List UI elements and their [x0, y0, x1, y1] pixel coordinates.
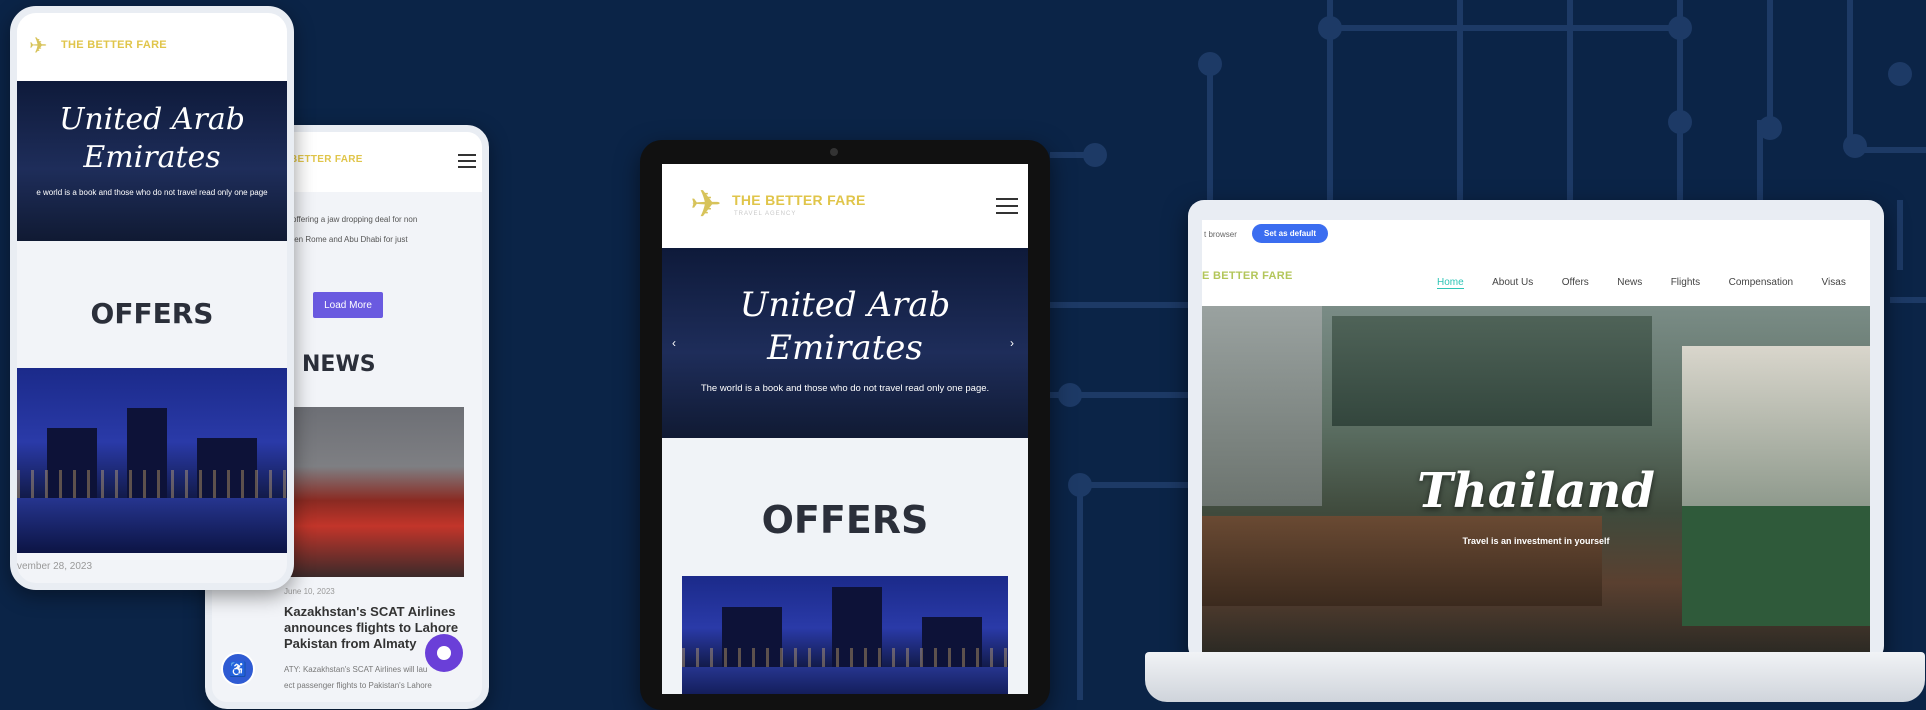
laptop-screen: t browser Set as default E BETTER FARE H… — [1202, 220, 1870, 652]
main-nav: Home About Us Offers News Flights Compen… — [1437, 272, 1846, 290]
chat-bubble-icon[interactable] — [425, 634, 463, 672]
load-more-button[interactable]: Load More — [313, 292, 383, 318]
hero-title: Emirates — [767, 327, 923, 368]
boat — [1202, 516, 1602, 606]
brand-logo: E BETTER FARE — [1202, 270, 1293, 282]
hamburger-icon[interactable] — [996, 198, 1018, 214]
hero-banner: United Arab Emirates e world is a book a… — [17, 81, 287, 241]
tablet-header: ✈ THE BETTER FARE TRAVEL AGENCY — [662, 164, 1028, 248]
plane-logo-icon: ✈ — [690, 184, 722, 226]
hero-banner-thailand: Thailand Travel is an investment in your… — [1202, 306, 1870, 652]
phone-offers: ✈ THE BETTER FARE ⋮ United Arab Emirates… — [10, 6, 294, 590]
brand-logo: BETTER FARE — [290, 154, 363, 165]
set-default-button[interactable]: Set as default — [1252, 224, 1329, 243]
hero-title: Thailand — [1417, 463, 1655, 519]
laptop-device: t browser Set as default E BETTER FARE H… — [1188, 200, 1884, 662]
nav-about-us[interactable]: About Us — [1492, 277, 1533, 288]
offer-text: is offering a jaw dropping deal for non — [284, 215, 418, 224]
hero-tagline: The world is a book and those who do not… — [700, 383, 990, 394]
browser-text: t browser — [1204, 230, 1237, 239]
trees — [1682, 506, 1870, 626]
nav-compensation[interactable]: Compensation — [1729, 277, 1793, 288]
news-image — [284, 407, 464, 577]
hero-tagline: Travel is an investment in yourself — [1462, 536, 1610, 546]
tablet-device: ✈ THE BETTER FARE TRAVEL AGENCY United A… — [640, 140, 1050, 710]
hamburger-icon[interactable] — [458, 154, 476, 168]
offer-image-amsterdam[interactable] — [17, 368, 287, 553]
offers-title: OFFERS — [90, 297, 214, 330]
hero-title: United Arab — [739, 285, 951, 325]
offer-image-amsterdam[interactable] — [682, 576, 1008, 694]
browser-bar: t browser Set as default — [1202, 220, 1870, 251]
brand-logo: THE BETTER FARE — [732, 192, 866, 208]
brand-logo: THE BETTER FARE — [61, 39, 167, 51]
hero-title: Emirates — [83, 139, 221, 175]
laptop-base — [1145, 652, 1925, 702]
camera-icon — [830, 148, 838, 156]
nav-flights[interactable]: Flights — [1671, 277, 1700, 288]
hero-tagline: e world is a book and those who do not t… — [36, 188, 268, 197]
article-date: June 10, 2023 — [284, 587, 335, 596]
site-header: E BETTER FARE Home About Us Offers News … — [1202, 250, 1870, 306]
brand-subtitle: TRAVEL AGENCY — [734, 211, 797, 217]
accessibility-icon[interactable]: ♿ — [221, 652, 255, 686]
offer-text: ween Rome and Abu Dhabi for just — [284, 235, 408, 244]
hero-slider: United Arab Emirates The world is a book… — [662, 248, 1028, 438]
phone-offers-header: ✈ THE BETTER FARE ⋮ — [17, 13, 287, 81]
building — [1332, 316, 1652, 426]
chevron-right-icon[interactable]: › — [1010, 336, 1014, 350]
kebab-icon[interactable]: ⋮ — [281, 37, 287, 54]
offers-title: OFFERS — [761, 498, 929, 542]
tablet-screen: ✈ THE BETTER FARE TRAVEL AGENCY United A… — [662, 164, 1028, 694]
nav-home[interactable]: Home — [1437, 277, 1464, 289]
nav-offers[interactable]: Offers — [1562, 277, 1589, 288]
article-excerpt: ect passenger flights to Pakistan's Laho… — [284, 681, 432, 690]
nav-news[interactable]: News — [1617, 277, 1642, 288]
offer-date: vember 28, 2023 — [17, 561, 93, 572]
article-excerpt: ATY: Kazakhstan's SCAT Airlines will lau — [284, 665, 428, 674]
hero-title: United Arab — [59, 102, 245, 137]
chevron-left-icon[interactable]: ‹ — [672, 336, 676, 350]
nav-visas[interactable]: Visas — [1822, 277, 1846, 288]
news-title: NEWS — [302, 352, 376, 377]
plane-logo-icon: ✈ — [29, 33, 48, 58]
